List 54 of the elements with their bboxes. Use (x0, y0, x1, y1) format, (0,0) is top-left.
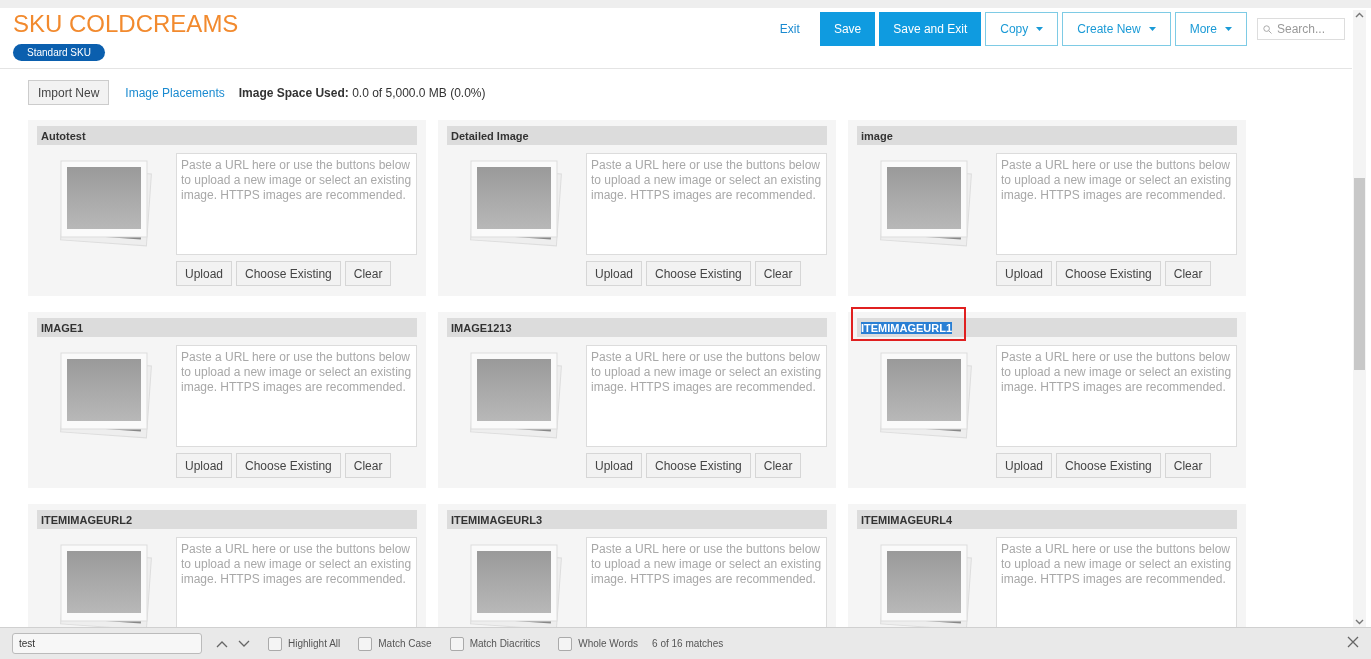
scroll-down-icon[interactable] (1355, 619, 1364, 625)
card-title: ITEMIMAGEURL1 (861, 321, 953, 334)
search-icon (1263, 24, 1272, 34)
card-title: Autotest (41, 129, 86, 142)
card-title: image (861, 129, 893, 142)
checkbox-label: Highlight All (288, 638, 341, 649)
choose-existing-button[interactable]: Choose Existing (1056, 261, 1161, 286)
card-button[interactable]: Clear (1164, 261, 1212, 286)
checkbox[interactable] (268, 636, 282, 651)
choose-existing-button[interactable]: Choose Existing (646, 453, 751, 478)
card-button[interactable]: Upload (996, 261, 1053, 286)
image-space-text: Image Space Used: 0.0 of 5,000.0 MB (0.0%) (238, 85, 486, 100)
card-button[interactable]: Upload (586, 261, 643, 286)
caret-icon (1225, 26, 1232, 31)
previous-match-icon[interactable] (216, 639, 228, 648)
card-button[interactable]: Upload (996, 453, 1053, 478)
checkbox-label: Match Case (378, 638, 432, 649)
import-button[interactable]: Import New (28, 80, 110, 105)
caret-icon (1036, 26, 1044, 31)
checkbox-label: Match Diacritics (469, 638, 541, 649)
card-title: Detailed Image (451, 129, 529, 142)
match-count: 6 of 16 matches (652, 638, 724, 649)
caret-icon (1148, 26, 1156, 31)
choose-existing-button[interactable]: Choose Existing (236, 261, 341, 286)
card-title: IMAGE1213 (451, 321, 512, 334)
find-field[interactable]: test (12, 633, 202, 654)
card-button[interactable]: Clear (344, 453, 392, 478)
card-title: ITEMIMAGEURL4 (861, 513, 953, 526)
checkbox[interactable] (449, 636, 464, 651)
card-button[interactable]: Upload (176, 453, 233, 478)
exit-link[interactable]: Exit (779, 21, 800, 36)
checkbox[interactable] (558, 636, 573, 651)
choose-existing-button[interactable]: Choose Existing (1056, 453, 1161, 478)
choose-existing-button[interactable]: Choose Existing (236, 453, 341, 478)
page-title: SKU COLDCREAMS (13, 10, 239, 38)
card-button[interactable]: Clear (754, 261, 802, 286)
checkbox-label: Whole Words (578, 638, 639, 649)
checkbox[interactable] (358, 636, 373, 651)
search-field[interactable]: Search... (1257, 17, 1345, 40)
choose-existing-button[interactable]: Choose Existing (646, 261, 751, 286)
card-title: ITEMIMAGEURL3 (451, 513, 543, 526)
card-button[interactable]: Clear (1164, 453, 1212, 478)
card-button[interactable]: Clear (754, 453, 802, 478)
close-icon[interactable] (1347, 636, 1359, 648)
card-title: ITEMIMAGEURL2 (41, 513, 133, 526)
card-title: IMAGE1 (41, 321, 84, 334)
sku-type-badge: Standard SKU (13, 44, 105, 61)
card-button[interactable]: Clear (344, 261, 392, 286)
card-button[interactable]: Upload (586, 453, 643, 478)
scroll-up-icon[interactable] (1355, 12, 1364, 18)
card-button[interactable]: Upload (176, 261, 233, 286)
next-match-icon[interactable] (238, 639, 250, 648)
placements-link[interactable]: Image Placements (125, 85, 225, 100)
scrollbar[interactable] (1353, 10, 1366, 627)
